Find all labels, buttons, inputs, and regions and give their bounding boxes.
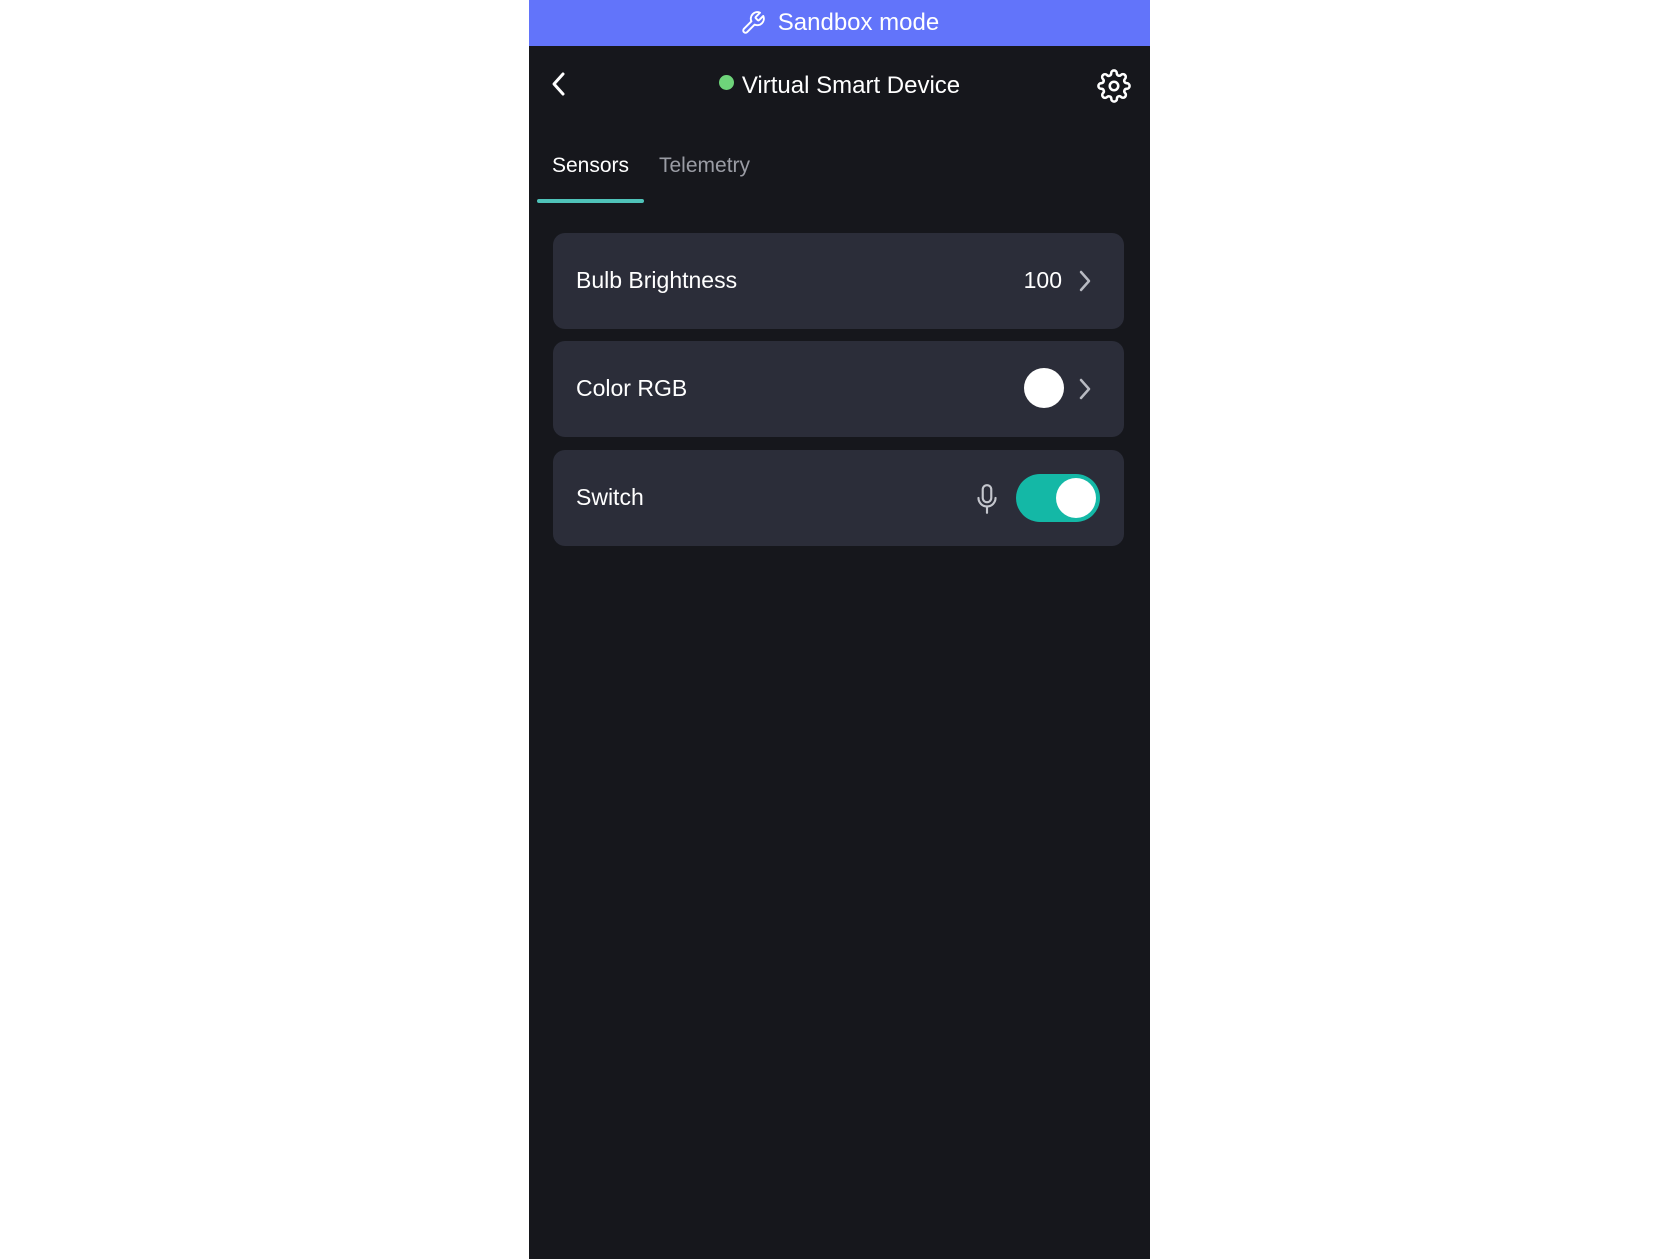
wrench-icon (740, 10, 766, 36)
sensor-label: Switch (576, 484, 644, 510)
sensor-label: Bulb Brightness (576, 267, 738, 293)
tab-bar: Sensors Telemetry (529, 142, 1150, 204)
sensor-card-color-rgb[interactable]: Color RGB (553, 341, 1124, 437)
sandbox-label: Sandbox mode (777, 9, 940, 36)
online-status-dot (718, 75, 734, 90)
sensor-card-switch: Switch (553, 450, 1124, 546)
tab-sensors[interactable]: Sensors (552, 154, 629, 178)
app-screen: Sandbox mode Virtual Smart Device Sensor… (529, 0, 1150, 1259)
active-tab-indicator (537, 199, 644, 203)
gear-icon[interactable] (1096, 68, 1132, 104)
chevron-right-icon (1079, 378, 1091, 400)
device-title: Virtual Smart Device (529, 72, 1150, 100)
sensor-value: 100 (1023, 267, 1062, 293)
sensor-label: Color RGB (576, 375, 688, 401)
toggle-knob (1056, 478, 1096, 518)
microphone-icon[interactable] (974, 483, 1000, 515)
chevron-right-icon (1079, 270, 1091, 292)
color-swatch[interactable] (1024, 368, 1064, 408)
device-header: Virtual Smart Device (529, 46, 1150, 130)
switch-toggle[interactable] (1016, 474, 1100, 522)
device-name: Virtual Smart Device (741, 72, 961, 99)
sensor-card-bulb-brightness[interactable]: Bulb Brightness 100 (553, 233, 1124, 329)
tab-telemetry[interactable]: Telemetry (659, 154, 750, 178)
sandbox-banner: Sandbox mode (529, 0, 1150, 46)
